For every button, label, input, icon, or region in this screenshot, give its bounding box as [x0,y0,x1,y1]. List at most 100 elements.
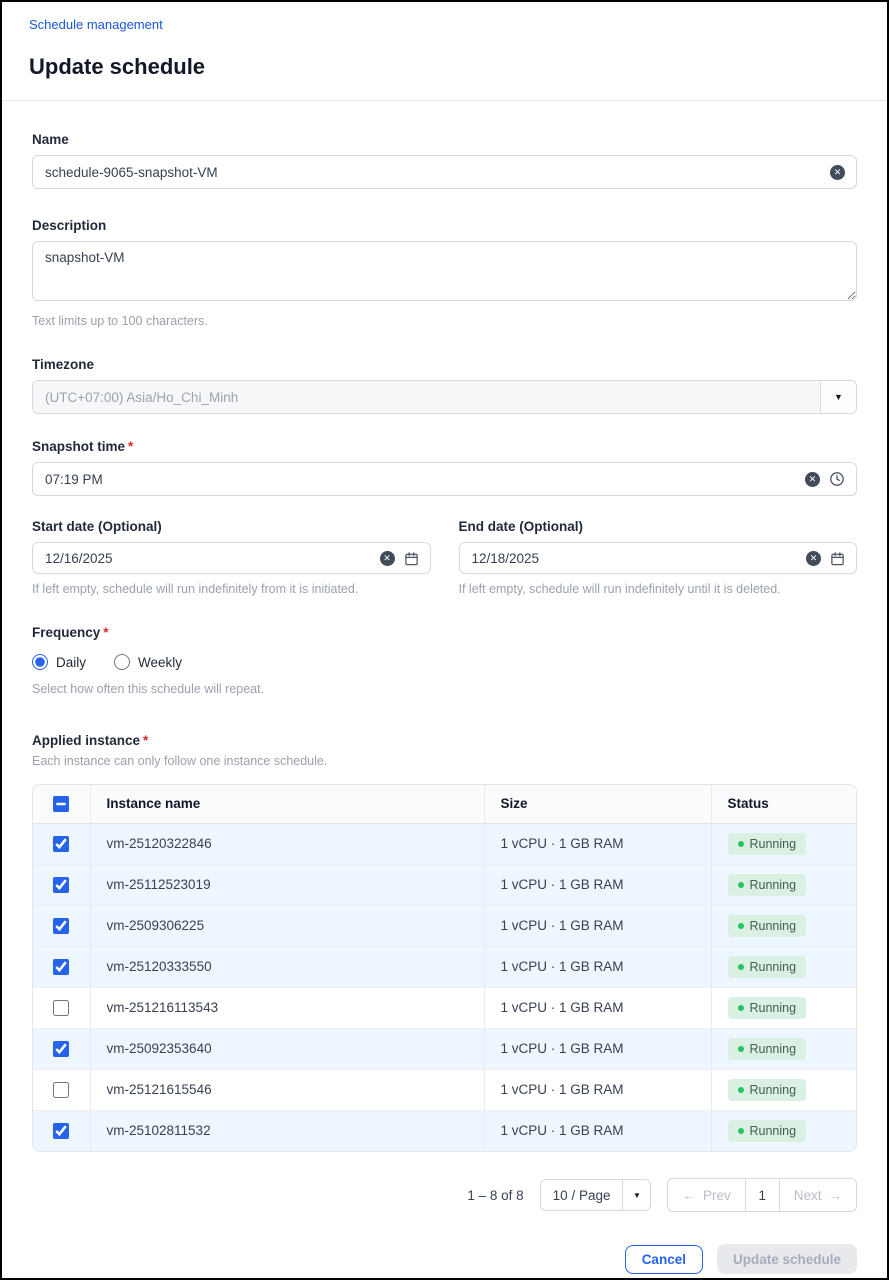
clear-icon[interactable]: ✕ [805,472,820,487]
row-checkbox[interactable] [53,918,69,934]
table-row[interactable]: vm-25092353640 1 vCPU · 1 GB RAM Running [33,1028,857,1069]
status-dot-icon [738,882,744,888]
end-date-helper: If left empty, schedule will run indefin… [459,582,858,596]
chevron-down-icon[interactable]: ▼ [622,1180,650,1210]
table-row[interactable]: vm-2509306225 1 vCPU · 1 GB RAM Running [33,905,857,946]
update-schedule-button[interactable]: Update schedule [717,1244,857,1274]
row-checkbox-cell [33,1028,90,1069]
dates-row: Start date (Optional) ✕ If left empty, s… [32,518,857,596]
instance-name: vm-25120333550 [90,946,484,987]
clear-icon[interactable]: ✕ [830,165,845,180]
arrow-left-icon: ← [682,1188,696,1203]
status-dot-icon [738,1005,744,1011]
instance-name: vm-25120322846 [90,823,484,864]
status-dot-icon [738,1128,744,1134]
row-checkbox[interactable] [53,959,69,975]
prev-page-button[interactable]: ← Prev [668,1179,744,1211]
status-badge: Running [728,997,807,1019]
calendar-icon[interactable] [830,551,845,566]
arrow-right-icon: → [829,1188,843,1203]
clear-icon[interactable]: ✕ [380,551,395,566]
table-row[interactable]: vm-25112523019 1 vCPU · 1 GB RAM Running [33,864,857,905]
start-date-input-wrap: ✕ [32,542,431,574]
breadcrumb[interactable]: Schedule management [29,17,163,32]
instance-size: 1 vCPU · 1 GB RAM [484,905,711,946]
page-size-select[interactable]: 10 / Page ▼ [540,1179,652,1211]
frequency-option-weekly[interactable]: Weekly [114,654,182,670]
row-checkbox-cell [33,864,90,905]
page-header: Schedule management Update schedule [2,2,887,80]
prev-label: Prev [703,1188,731,1203]
calendar-icon[interactable] [404,551,419,566]
frequency-options: Daily Weekly [32,654,857,670]
description-textarea[interactable]: snapshot-VM [32,241,857,301]
row-checkbox[interactable] [53,1000,69,1016]
status-dot-icon [738,841,744,847]
table-header-row: Instance name Size Status [33,785,857,823]
snapshot-time-field: Snapshot time* ✕ [32,438,857,496]
status-label: Running [750,1083,797,1097]
applied-instance-section: Applied instance* Each instance can only… [32,732,857,1212]
instance-size: 1 vCPU · 1 GB RAM [484,946,711,987]
start-date-field: Start date (Optional) ✕ If left empty, s… [32,518,431,596]
instance-name: vm-25112523019 [90,864,484,905]
current-page-button[interactable]: 1 [745,1179,779,1211]
name-label: Name [32,132,69,147]
timezone-field: Timezone (UTC+07:00) Asia/Ho_Chi_Minh ▼ [32,356,857,414]
row-checkbox-cell [33,1110,90,1151]
frequency-field: Frequency* Daily Weekly Select how often… [32,624,857,696]
row-checkbox[interactable] [53,1082,69,1098]
status-label: Running [750,1001,797,1015]
row-checkbox[interactable] [53,877,69,893]
name-input-wrap: ✕ [32,155,857,189]
snapshot-time-label: Snapshot time* [32,439,133,454]
select-all-cell [33,785,90,823]
row-checkbox[interactable] [53,1041,69,1057]
instance-size: 1 vCPU · 1 GB RAM [484,1028,711,1069]
status-cell: Running [711,946,857,987]
table-row[interactable]: vm-25120333550 1 vCPU · 1 GB RAM Running [33,946,857,987]
table-row[interactable]: vm-25121615546 1 vCPU · 1 GB RAM Running [33,1069,857,1110]
chevron-down-icon[interactable]: ▼ [820,381,856,413]
update-schedule-form: Name ✕ Description snapshot-VM Text limi… [2,101,887,1274]
instance-size: 1 vCPU · 1 GB RAM [484,823,711,864]
frequency-radio-weekly[interactable] [114,654,130,670]
cancel-button[interactable]: Cancel [625,1245,703,1274]
frequency-radio-daily[interactable] [32,654,48,670]
status-badge: Running [728,1038,807,1060]
timezone-value: (UTC+07:00) Asia/Ho_Chi_Minh [33,381,820,413]
start-date-input[interactable] [45,551,371,566]
clear-icon[interactable]: ✕ [806,551,821,566]
row-checkbox[interactable] [53,836,69,852]
table-row[interactable]: vm-251216113543 1 vCPU · 1 GB RAM Runnin… [33,987,857,1028]
table-row[interactable]: vm-25120322846 1 vCPU · 1 GB RAM Running [33,823,857,864]
snapshot-time-input[interactable] [45,472,796,487]
frequency-option-daily[interactable]: Daily [32,654,86,670]
end-date-field: End date (Optional) ✕ If left empty, sch… [459,518,858,596]
column-header-status: Status [711,785,857,823]
instance-name: vm-25092353640 [90,1028,484,1069]
next-page-button[interactable]: Next → [779,1179,856,1211]
row-checkbox-cell [33,905,90,946]
select-all-checkbox[interactable] [53,796,69,812]
start-date-helper: If left empty, schedule will run indefin… [32,582,431,596]
next-label: Next [794,1188,822,1203]
table-row[interactable]: vm-25102811532 1 vCPU · 1 GB RAM Running [33,1110,857,1151]
status-badge: Running [728,874,807,896]
pagination-range: 1 – 8 of 8 [467,1188,523,1203]
status-label: Running [750,960,797,974]
row-checkbox[interactable] [53,1123,69,1139]
instance-name: vm-25102811532 [90,1110,484,1151]
status-badge: Running [728,1120,807,1142]
name-input[interactable] [45,165,821,180]
page-nav: ← Prev 1 Next → [667,1178,857,1212]
description-label: Description [32,218,106,233]
status-dot-icon [738,1087,744,1093]
clock-icon[interactable] [829,471,845,487]
start-date-label: Start date (Optional) [32,519,162,534]
status-dot-icon [738,1046,744,1052]
frequency-option-label: Daily [56,655,86,670]
status-label: Running [750,1042,797,1056]
end-date-input[interactable] [472,551,798,566]
required-mark: * [103,625,108,640]
